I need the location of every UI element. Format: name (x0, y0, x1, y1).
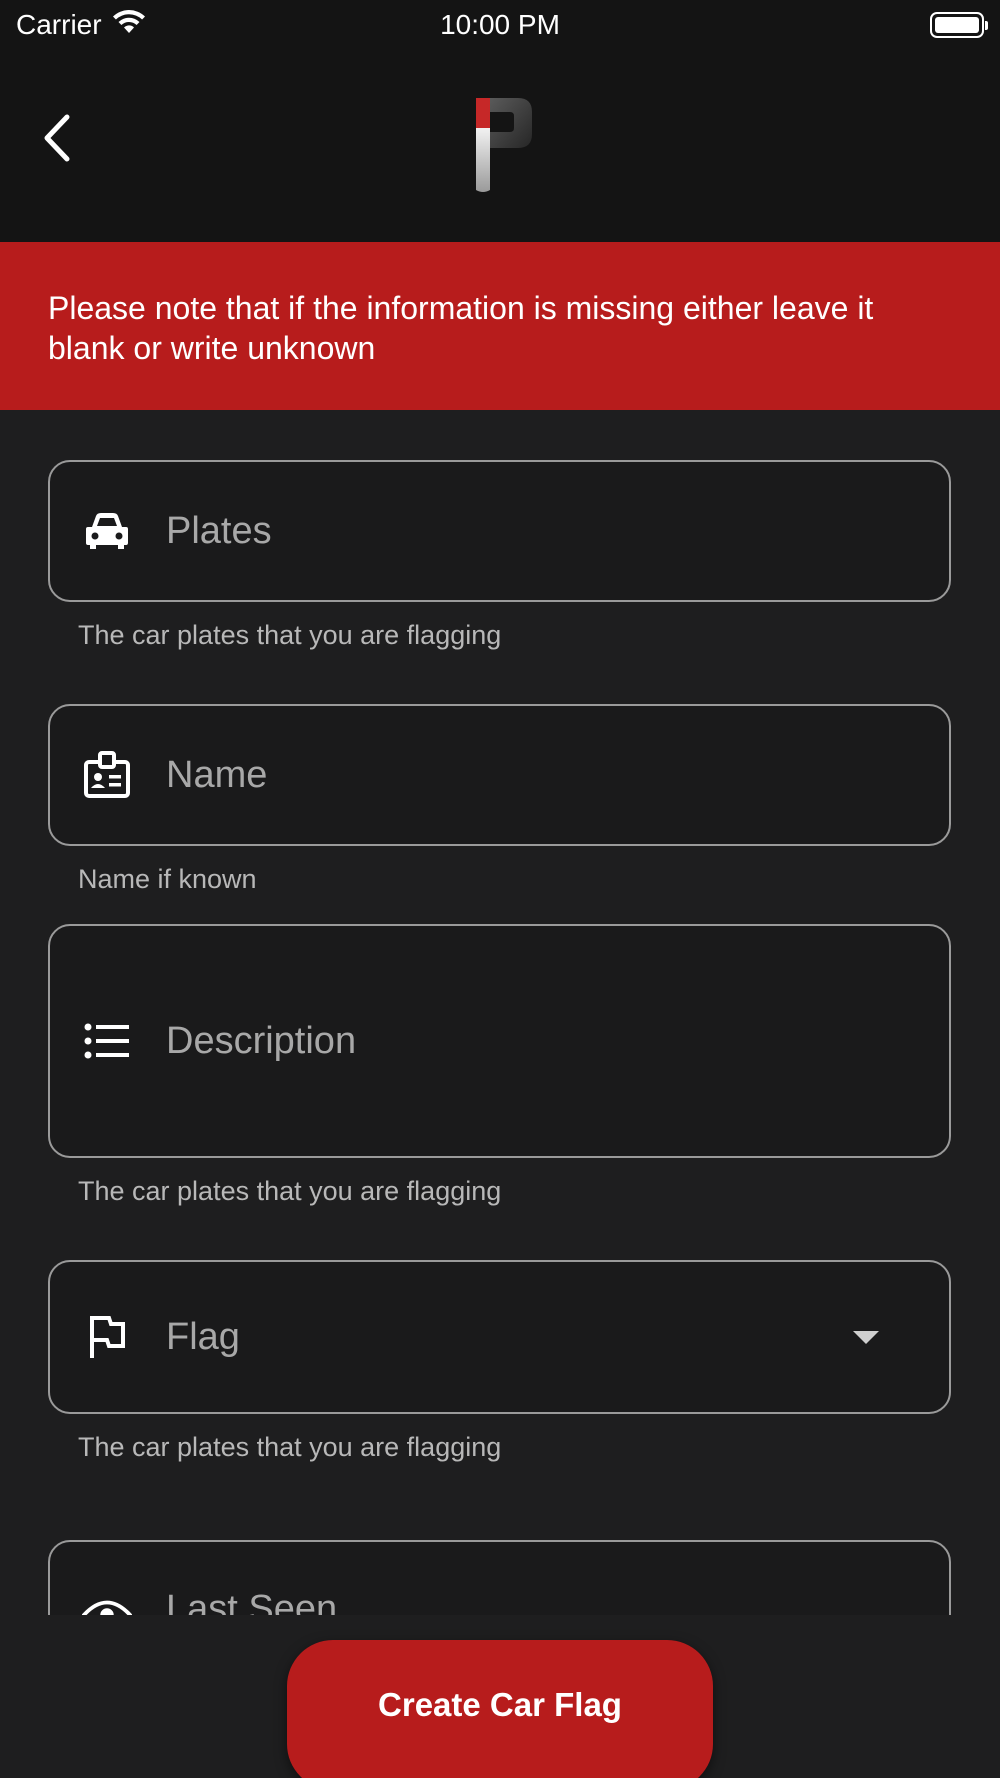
id-badge-icon (82, 750, 132, 800)
car-icon (82, 506, 132, 556)
status-time: 10:00 PM (440, 9, 560, 40)
status-bar: Carrier 10:00 PM (0, 0, 1000, 50)
description-input[interactable]: Description (48, 924, 951, 1158)
chevron-left-icon (44, 114, 70, 162)
flag-icon (82, 1312, 132, 1362)
app-bar (0, 50, 1000, 242)
name-input[interactable]: Name (48, 704, 951, 846)
description-helper-text: The car plates that you are flagging (78, 1176, 502, 1206)
last-seen-placeholder: Last Seen (166, 1588, 338, 1615)
flag-dropdown[interactable]: Flag (48, 1260, 951, 1414)
app-logo (470, 94, 540, 198)
flag-placeholder: Flag (166, 1315, 240, 1358)
dropdown-caret-icon (853, 1330, 879, 1344)
last-seen-input[interactable]: Last Seen (48, 1540, 951, 1615)
plates-helper-text: The car plates that you are flagging (78, 620, 502, 650)
create-car-flag-button[interactable]: Create Car Flag (287, 1640, 713, 1778)
list-icon (82, 1016, 132, 1066)
name-placeholder: Name (166, 753, 268, 796)
bottom-action-area: Create Car Flag (0, 1615, 1000, 1778)
flag-helper-text: The car plates that you are flagging (78, 1432, 502, 1462)
wifi-icon (112, 9, 146, 42)
carrier-label: Carrier (16, 9, 102, 40)
eye-icon (82, 1590, 132, 1615)
back-button[interactable] (30, 112, 82, 164)
info-notice-banner: Please note that if the information is m… (0, 242, 1000, 410)
battery-icon (930, 12, 988, 38)
name-helper-text: Name if known (78, 864, 257, 894)
status-left: Carrier (16, 9, 146, 42)
description-placeholder: Description (166, 1019, 357, 1062)
plates-placeholder: Plates (166, 509, 272, 552)
car-flag-form: Plates The car plates that you are flagg… (0, 410, 1000, 1615)
plates-input[interactable]: Plates (48, 460, 951, 602)
